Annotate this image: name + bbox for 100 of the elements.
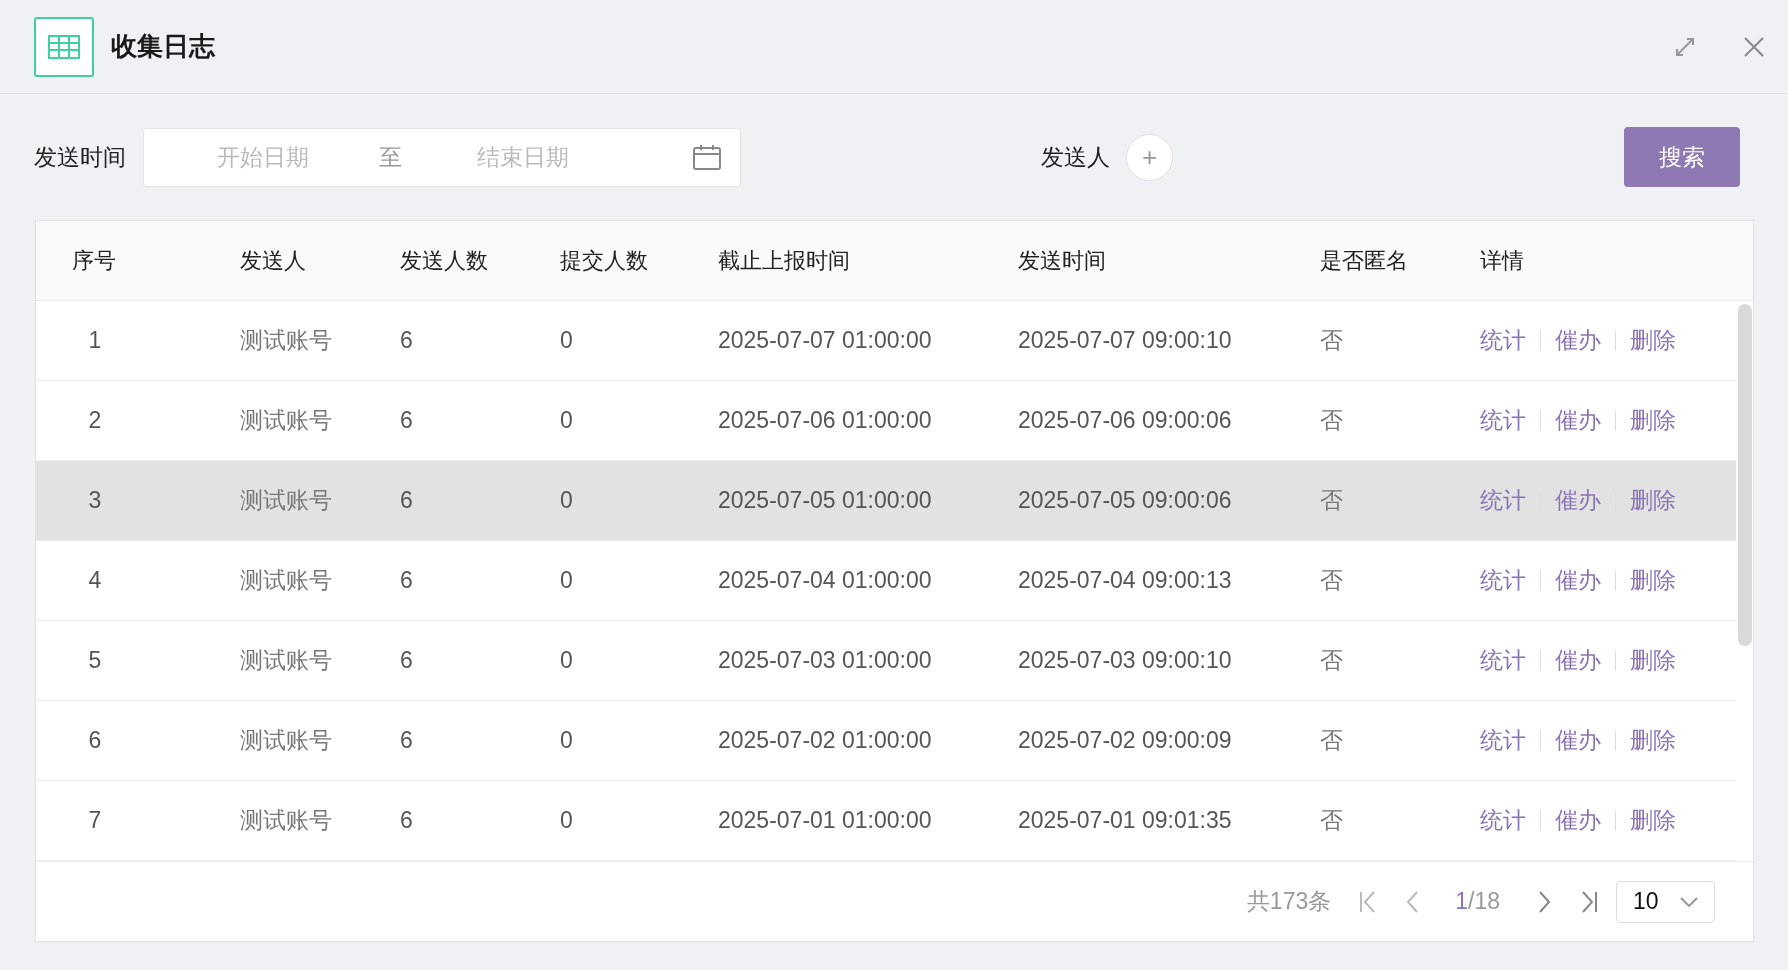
table-cell: 0 [560, 727, 573, 754]
table-cell: 2025-07-04 01:00:00 [718, 567, 932, 594]
table-cell: 2025-07-03 01:00:00 [718, 647, 932, 674]
table-cell: 否 [1320, 567, 1343, 594]
first-page-icon[interactable] [1359, 890, 1378, 913]
page-total: /18 [1468, 888, 1500, 915]
column-header: 截止上报时间 [718, 248, 850, 273]
table-cell: 否 [1320, 327, 1343, 354]
table-cell: 测试账号 [240, 407, 332, 434]
table-cell: 6 [400, 487, 413, 514]
end-date-placeholder: 结束日期 [477, 142, 569, 172]
table-cell: 2025-07-01 09:01:35 [1018, 807, 1232, 834]
next-page-icon[interactable] [1538, 890, 1552, 913]
table-cell: 2025-07-06 09:00:06 [1018, 407, 1232, 434]
window-title: 收集日志 [111, 30, 215, 63]
date-range-field[interactable]: 开始日期 至 结束日期 [143, 127, 741, 187]
action-link[interactable]: 删除 [1630, 803, 1676, 838]
table-cell: 2025-07-01 01:00:00 [718, 807, 932, 834]
table-cell: 否 [1320, 647, 1343, 674]
action-link[interactable]: 统计 [1480, 803, 1526, 838]
action-link[interactable]: 删除 [1630, 563, 1676, 598]
table-cell: 测试账号 [240, 487, 332, 514]
column-header: 详情 [1480, 248, 1524, 273]
table-cell: 6 [400, 727, 413, 754]
table-cell: 6 [400, 567, 413, 594]
table-cell: 2025-07-07 09:00:10 [1018, 327, 1232, 354]
column-header: 提交人数 [560, 248, 648, 273]
action-link[interactable]: 统计 [1480, 563, 1526, 598]
table-cell-text: 4 [87, 566, 103, 596]
table-cell: 0 [560, 487, 573, 514]
table-cell: 6 [400, 327, 413, 354]
table-cell: 否 [1320, 407, 1343, 434]
table-cell-text: 3 [87, 486, 103, 516]
action-link[interactable]: 催办 [1555, 483, 1601, 518]
column-header: 序号 [72, 248, 116, 273]
table-cell: 否 [1320, 727, 1343, 754]
table-cell: 2025-07-05 01:00:00 [718, 487, 932, 514]
action-link[interactable]: 统计 [1480, 403, 1526, 438]
table-cell-text: 7 [87, 806, 103, 836]
action-link[interactable]: 删除 [1630, 323, 1676, 358]
table-cell: 测试账号 [240, 807, 332, 834]
action-link[interactable]: 删除 [1630, 723, 1676, 758]
search-button[interactable]: 搜索 [1624, 127, 1740, 187]
action-link[interactable]: 删除 [1630, 643, 1676, 678]
action-link[interactable]: 催办 [1555, 403, 1601, 438]
filter-label: 发送时间 [34, 142, 126, 172]
previous-page-icon[interactable] [1405, 890, 1420, 913]
chevron-down-icon [1680, 896, 1698, 907]
table-cell: 0 [560, 567, 573, 594]
current-page: 1 [1455, 888, 1468, 915]
table-cell: 测试账号 [240, 647, 332, 674]
table-cell: 测试账号 [240, 727, 332, 754]
table-cell-text: 1 [87, 326, 103, 356]
action-link[interactable]: 删除 [1630, 403, 1676, 438]
table-cell: 6 [400, 807, 413, 834]
action-link[interactable]: 催办 [1555, 323, 1601, 358]
table-cell: 0 [560, 327, 573, 354]
table-cell: 测试账号 [240, 327, 332, 354]
table-cell: 6 [400, 407, 413, 434]
table-cell: 2025-07-04 09:00:13 [1018, 567, 1232, 594]
start-date-placeholder: 开始日期 [217, 142, 310, 172]
calendar-icon [693, 144, 721, 170]
column-header: 发送人数 [400, 248, 488, 273]
action-link[interactable]: 催办 [1555, 803, 1601, 838]
table-cell: 0 [560, 807, 573, 834]
table-cell: 0 [560, 647, 573, 674]
table-cell: 2025-07-02 09:00:09 [1018, 727, 1232, 754]
table-cell-text: 2 [87, 406, 103, 436]
range-separator: 至 [379, 142, 402, 172]
table-cell: 2025-07-06 01:00:00 [718, 407, 932, 434]
table-cell: 2025-07-05 09:00:06 [1018, 487, 1232, 514]
table-cell: 2025-07-02 01:00:00 [718, 727, 932, 754]
scrollbar[interactable] [1738, 304, 1752, 646]
filter-label: 发送人 [1041, 142, 1110, 172]
action-link[interactable]: 统计 [1480, 323, 1526, 358]
total-count: 共173条 [1246, 887, 1332, 917]
page-size-select[interactable]: 10 [1616, 880, 1715, 923]
column-header: 发送时间 [1018, 248, 1106, 273]
add-sender-button[interactable]: + [1126, 133, 1173, 181]
table-row[interactable]: 3 测试账号 6 0 2025-07-05 01:00:00 2025-07-05 09:00:06 否 统计 催办 删除 [36, 461, 1736, 541]
action-link[interactable]: 催办 [1555, 563, 1601, 598]
close-icon[interactable] [1742, 34, 1766, 59]
table-icon [34, 16, 94, 77]
last-page-icon[interactable] [1580, 890, 1598, 913]
table-cell: 2025-07-07 01:00:00 [718, 327, 932, 354]
table-cell: 0 [560, 407, 573, 434]
table-cell-text: 5 [87, 646, 103, 676]
action-link[interactable]: 催办 [1555, 643, 1601, 678]
action-link[interactable]: 统计 [1480, 723, 1526, 758]
table-cell: 2025-07-03 09:00:10 [1018, 647, 1232, 674]
action-link[interactable]: 统计 [1480, 483, 1526, 518]
action-link[interactable]: 统计 [1480, 643, 1526, 678]
table-cell: 测试账号 [240, 567, 332, 594]
table-cell: 6 [400, 647, 413, 674]
table-cell: 否 [1320, 487, 1343, 514]
table-cell-text: 6 [87, 726, 103, 756]
action-link[interactable]: 催办 [1555, 723, 1601, 758]
column-header: 是否匿名 [1320, 248, 1408, 273]
action-link[interactable]: 删除 [1630, 483, 1676, 518]
column-header: 发送人 [240, 248, 306, 273]
